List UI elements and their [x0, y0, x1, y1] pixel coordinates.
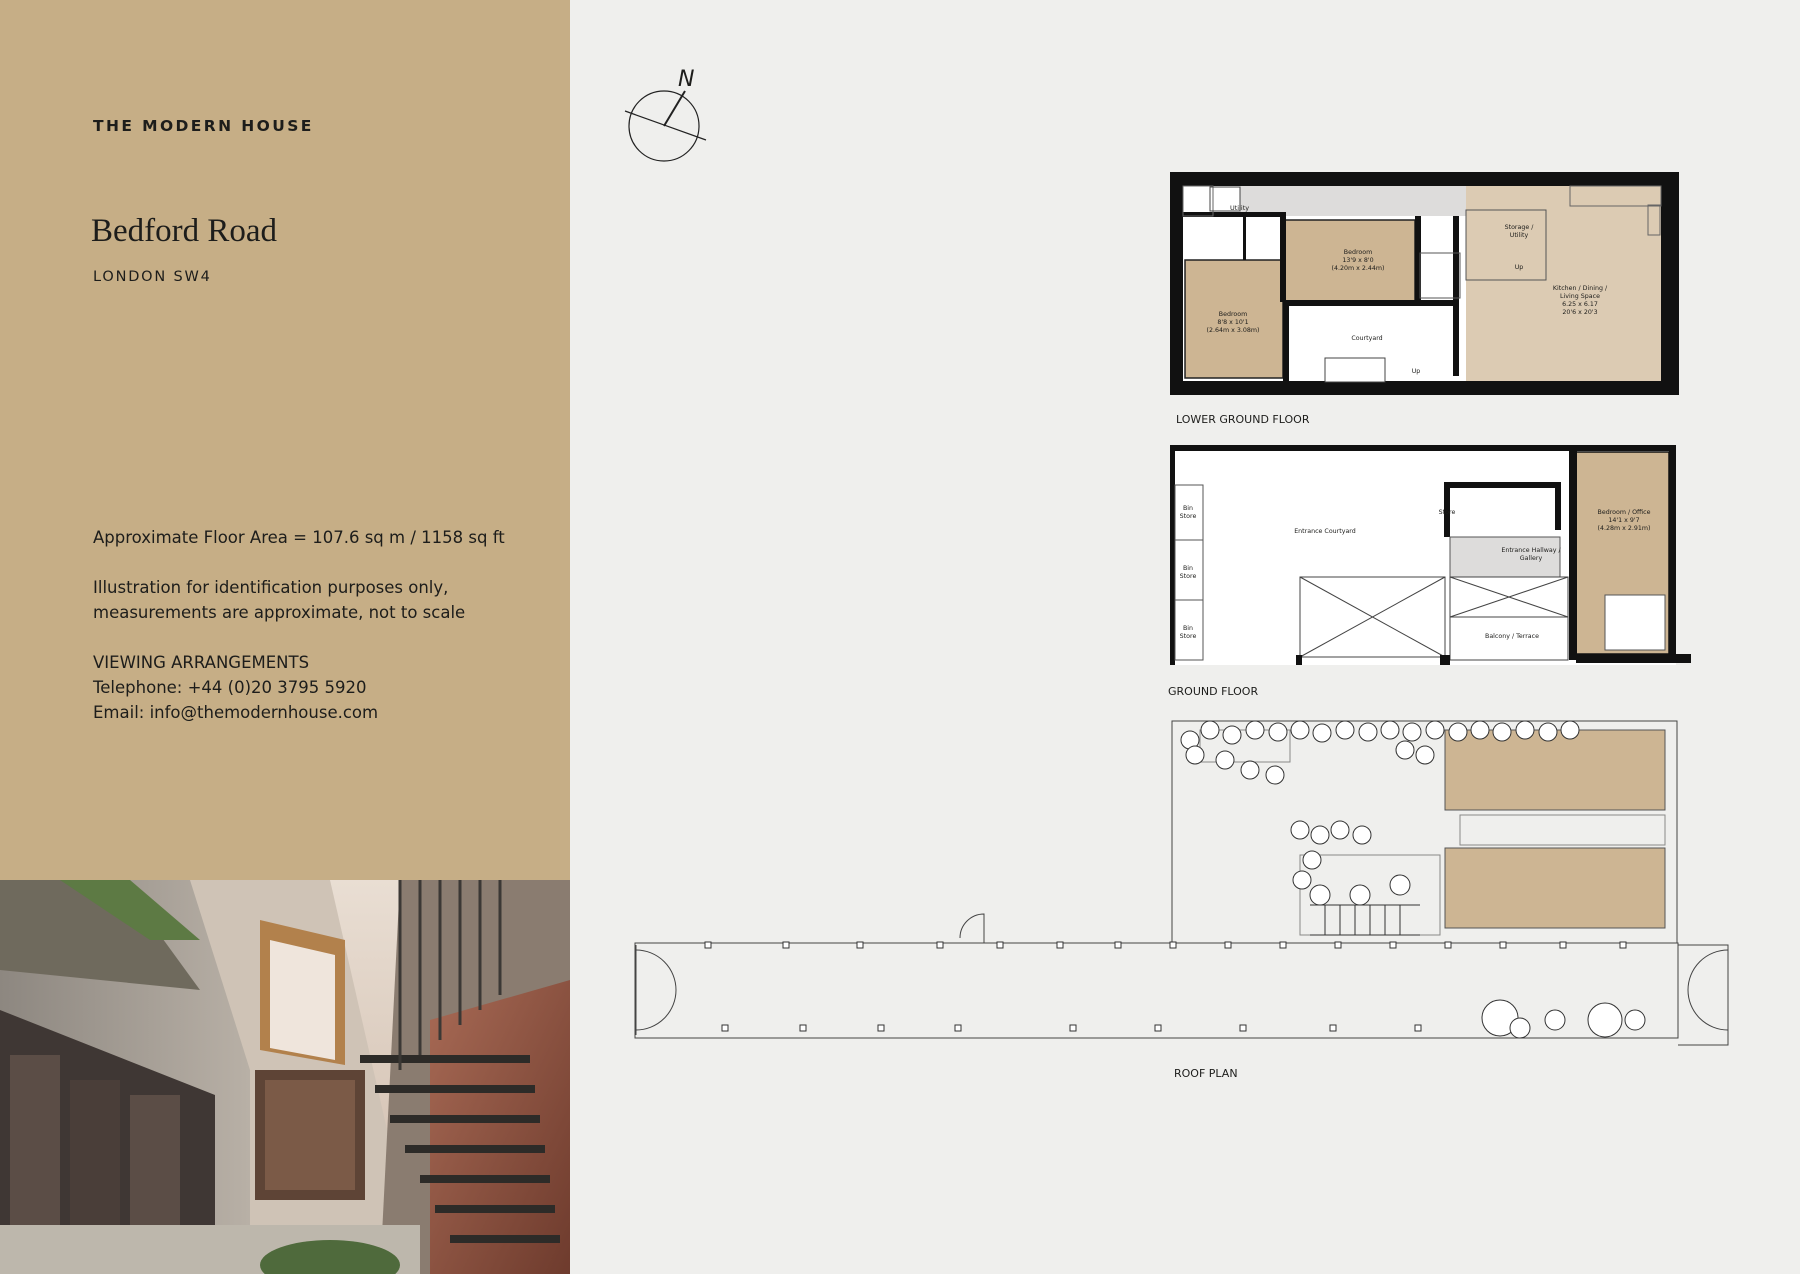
lg-bedroom1-metric: (4.20m x 2.44m)	[1332, 265, 1385, 272]
lg-bedroom2-metric: (2.64m x 3.08m)	[1207, 327, 1260, 334]
lg-bedroom2-name: Bedroom	[1219, 311, 1247, 318]
gf-store-label: Store	[1439, 509, 1456, 516]
gf-bin2-line2: Store	[1180, 573, 1197, 580]
lower-ground-caption: LOWER GROUND FLOOR	[1176, 413, 1310, 426]
lg-kitchen-line1: Kitchen / Dining /	[1553, 285, 1608, 292]
lg-kitchen-line4: 20'6 x 20'3	[1562, 309, 1597, 316]
brochure-page: THE MODERN HOUSE Bedford Road LONDON SW4…	[0, 0, 1800, 1274]
gf-hallway-line1: Entrance Hallway /	[1501, 547, 1561, 554]
gf-office-line2: 14'1 x 9'7	[1608, 517, 1639, 524]
gf-entrance-courtyard: Entrance Courtyard	[1294, 528, 1356, 535]
gf-bin3-line2: Store	[1180, 633, 1197, 640]
lg-utility-label: Utility	[1230, 204, 1249, 212]
lg-bedroom1-name: Bedroom	[1344, 249, 1372, 256]
gf-hallway-line2: Gallery	[1520, 555, 1543, 562]
lg-storage-line1: Storage /	[1505, 224, 1535, 231]
gf-bin2-line1: Bin	[1183, 565, 1193, 572]
gf-bin1-line2: Store	[1180, 513, 1197, 520]
lg-courtyard-up-label: Up	[1412, 368, 1421, 375]
gf-bin1-line1: Bin	[1183, 505, 1193, 512]
lg-up-label: Up	[1515, 264, 1524, 271]
gf-office-line3: (4.28m x 2.91m)	[1598, 525, 1651, 532]
lg-storage-line2: Utility	[1510, 232, 1529, 239]
lower-ground-floor-plan: Utility Bedroom 13'9 x 8'0 (4.20m x 2.44…	[1170, 172, 1679, 426]
gf-balcony-label: Balcony / Terrace	[1485, 633, 1539, 640]
lg-bedroom2-imperial: 8'8 x 10'1	[1217, 319, 1248, 326]
ground-floor-plan: Bin Store Bin Store Bin Store Entrance C…	[1168, 445, 1691, 698]
compass-letter: N	[678, 67, 694, 92]
roof-plan: ROOF PLAN	[634, 720, 1729, 1080]
ground-floor-caption: GROUND FLOOR	[1168, 685, 1258, 698]
roof-plan-caption: ROOF PLAN	[1174, 1067, 1238, 1080]
gf-office-line1: Bedroom / Office	[1598, 509, 1651, 516]
lg-bedroom1-imperial: 13'9 x 8'0	[1342, 257, 1373, 264]
lg-courtyard-label: Courtyard	[1351, 335, 1382, 342]
lg-kitchen-line2: Living Space	[1560, 293, 1600, 300]
north-compass: N	[624, 67, 707, 162]
floor-plans: N Utility Bedroom 13'9 x 8'0 (4.20m x 2.…	[624, 67, 1729, 1080]
lg-kitchen-line3: 6.25 x 6.17	[1562, 301, 1598, 308]
gf-bin3-line1: Bin	[1183, 625, 1193, 632]
